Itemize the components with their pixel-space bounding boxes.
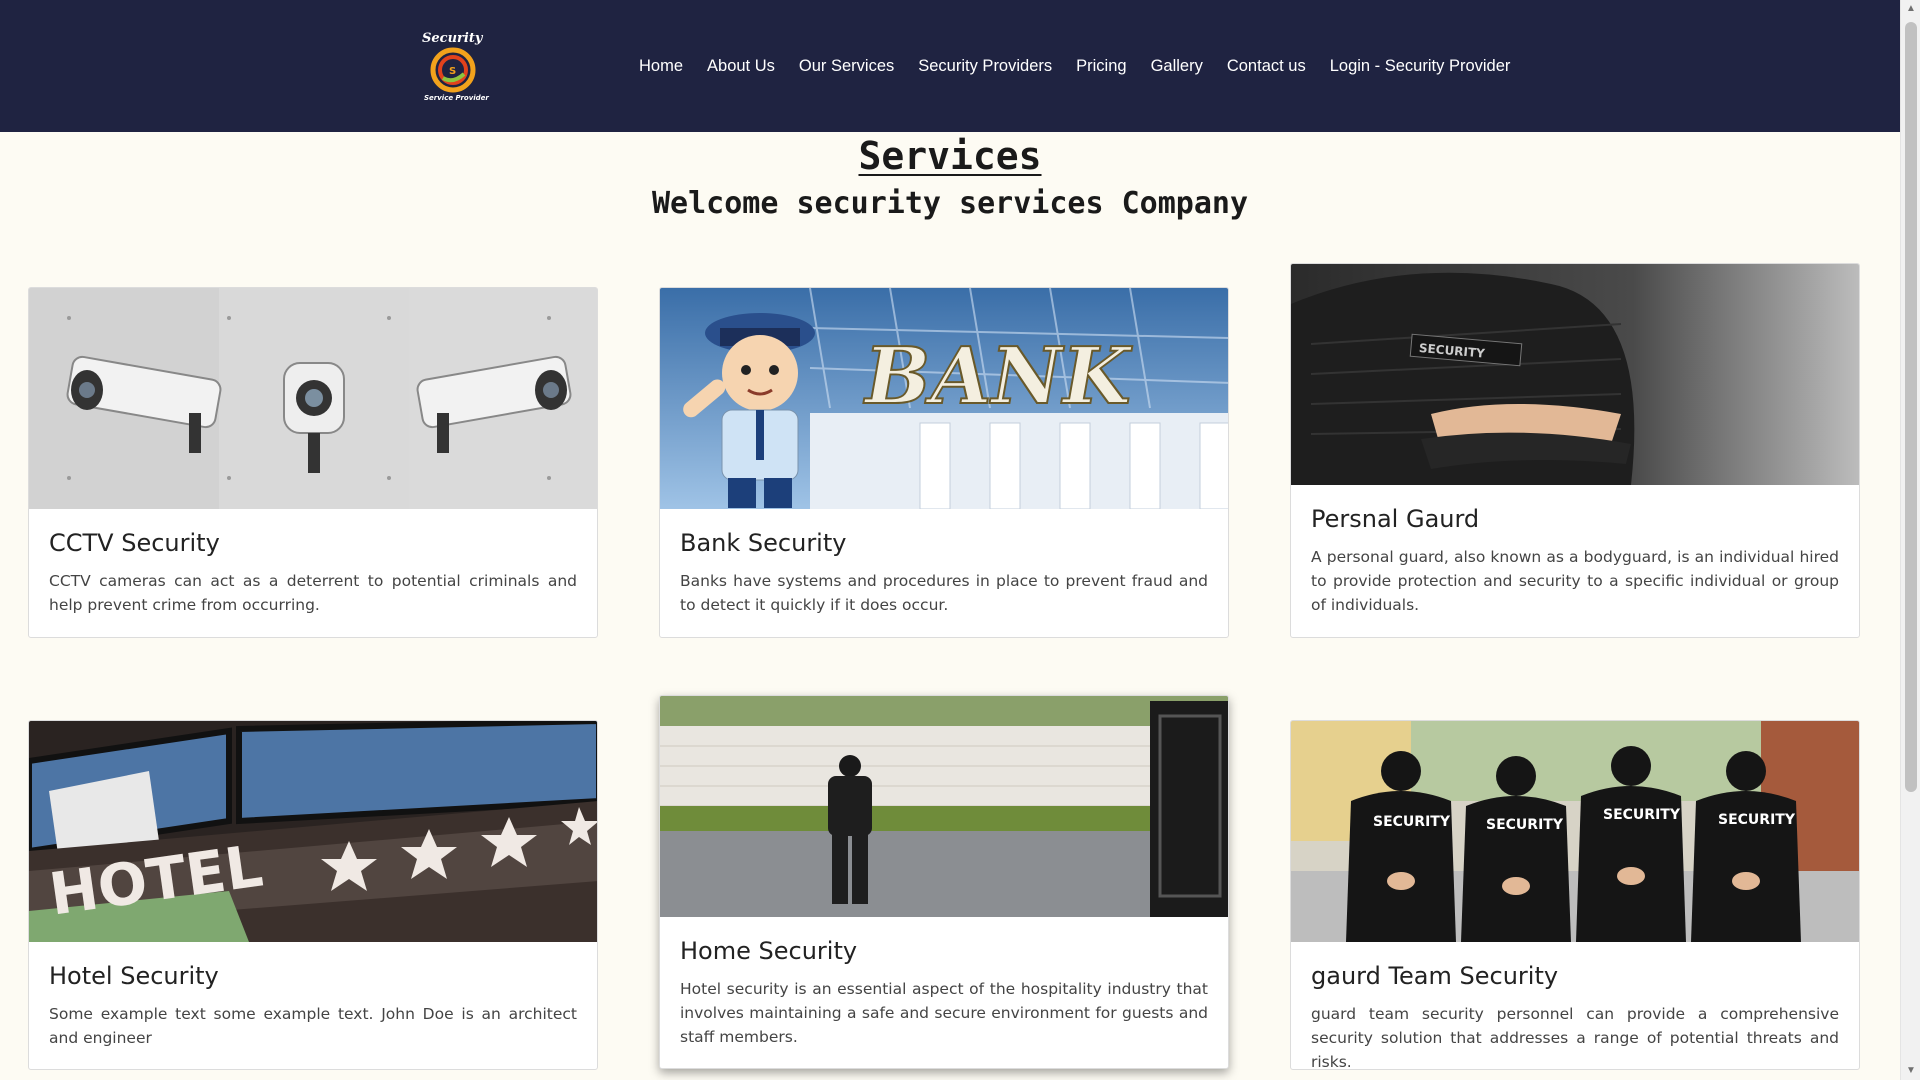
card-text: Banks have systems and procedures in pla… — [680, 572, 1208, 614]
card-text: A personal guard, also known as a bodygu… — [1311, 548, 1839, 614]
card-text: Hotel security is an essential aspect of… — [680, 980, 1208, 1046]
nav-item-about-us[interactable]: About Us — [695, 57, 787, 76]
nav-item-login-security-provider[interactable]: Login - Security Provider — [1318, 57, 1523, 76]
nav-item-contact-us[interactable]: Contact us — [1215, 57, 1318, 76]
hotel-sign-image: HOTEL — [29, 721, 597, 942]
svg-text:S: S — [449, 66, 456, 77]
service-card-personal-guard[interactable]: SECURITY Persnal Gaurd A personal guard,… — [1290, 263, 1860, 638]
cctv-cameras-image — [29, 288, 597, 509]
guard-team-image: SECURITY SECURITY SECURITY SECURITY — [1291, 721, 1859, 942]
svg-text:Service Provider: Service Provider — [424, 94, 489, 102]
svg-text:Security: Security — [422, 31, 484, 46]
scroll-thumb[interactable] — [1905, 22, 1917, 792]
card-title: CCTV Security — [49, 529, 220, 557]
page-subtitle: Welcome security services Company — [651, 186, 1249, 221]
card-title: Bank Security — [680, 529, 847, 557]
service-card-guard-team[interactable]: SECURITY SECURITY SECURITY SECURITY gaur… — [1290, 720, 1860, 1070]
personal-guard-image: SECURITY — [1291, 264, 1859, 485]
nav-item-pricing[interactable]: Pricing — [1064, 57, 1138, 76]
service-card-cctv[interactable]: CCTV Security CCTV cameras can act as a … — [28, 287, 598, 638]
scroll-down-arrow-icon[interactable]: ▼ — [1901, 1062, 1920, 1080]
logo-emblem-icon: S Security Service Provider — [422, 31, 489, 102]
main-nav-menu: Home About Us Our Services Security Prov… — [627, 0, 1522, 132]
nav-item-gallery[interactable]: Gallery — [1139, 57, 1215, 76]
bank-guard-image: BANK — [660, 288, 1228, 509]
scroll-up-arrow-icon[interactable]: ▲ — [1901, 0, 1920, 18]
service-card-bank[interactable]: BANK Bank Security Banks have systems an… — [659, 287, 1229, 638]
top-navbar: S Security Service Provider Home About U… — [0, 0, 1900, 132]
service-card-hotel[interactable]: HOTEL Hotel Security Some example text s… — [28, 720, 598, 1070]
nav-item-home[interactable]: Home — [627, 57, 695, 76]
svg-text:BANK: BANK — [856, 330, 1140, 422]
home-guard-image — [660, 696, 1228, 917]
svg-text:SECURITY: SECURITY — [1486, 817, 1564, 833]
card-text: CCTV cameras can act as a deterrent to p… — [49, 572, 577, 614]
site-logo[interactable]: S Security Service Provider — [416, 28, 490, 102]
nav-item-security-providers[interactable]: Security Providers — [906, 57, 1064, 76]
page-title: Services — [858, 134, 1042, 178]
card-title: Persnal Gaurd — [1311, 505, 1480, 533]
card-text: guard team security personnel can provid… — [1311, 1005, 1839, 1070]
svg-text:SECURITY: SECURITY — [1718, 812, 1796, 828]
card-title: gaurd Team Security — [1311, 962, 1559, 990]
svg-text:SECURITY: SECURITY — [1373, 814, 1451, 830]
card-text: Some example text some example text. Joh… — [49, 1005, 577, 1047]
nav-item-our-services[interactable]: Our Services — [787, 57, 906, 76]
card-title: Hotel Security — [49, 962, 219, 990]
svg-text:SECURITY: SECURITY — [1603, 807, 1681, 823]
service-card-home[interactable]: Home Security Hotel security is an essen… — [659, 695, 1229, 1069]
vertical-scrollbar[interactable]: ▲ ▼ — [1900, 0, 1920, 1080]
card-title: Home Security — [680, 937, 858, 965]
